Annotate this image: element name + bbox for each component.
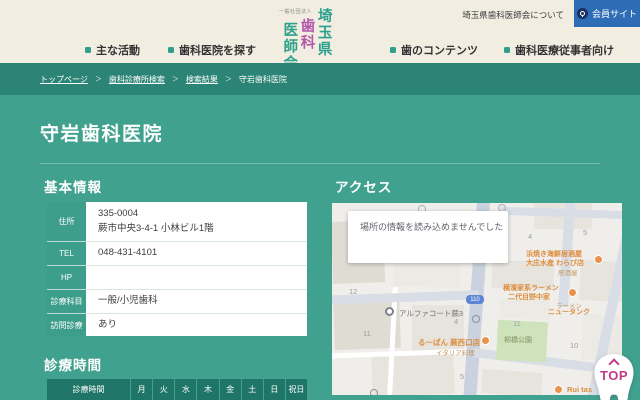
hours-col-wed: 水 [175, 379, 198, 400]
hours-col-tue: 火 [153, 379, 176, 400]
nav-item-professionals[interactable]: 歯科医療従事者向け [504, 42, 614, 58]
breadcrumb-separator: ＞ [224, 76, 232, 83]
table-row-address: 住所 335-0004 蕨市中央3-4-1 小林ビル1階 [47, 202, 307, 242]
map-transit-icon [370, 389, 378, 395]
map-restaurant-icon [568, 288, 577, 297]
map-label-hamayaki-genre: 居酒屋 [558, 270, 578, 277]
map-label-rupan-genre: イタリア料理 [436, 350, 475, 357]
map-route-badge: 110 [466, 295, 484, 304]
member-site-label: 会員サイト [591, 9, 637, 19]
hours-col-mon: 月 [131, 379, 154, 400]
map-pin-icon [385, 307, 394, 316]
nav-label: 歯科医療従事者向け [515, 45, 614, 57]
map-block-number: 4 [528, 232, 533, 241]
row-label: HP [47, 266, 86, 290]
row-label: 住所 [47, 202, 86, 242]
row-value: 一般/小児歯科 [86, 290, 307, 314]
map-block-number: 5 [583, 228, 588, 237]
map-building [481, 368, 543, 395]
row-label: 診療科目 [47, 290, 86, 314]
table-row-tel: TEL 048-431-4101 [47, 242, 307, 266]
hours-col-thu: 木 [197, 379, 220, 400]
map-block-number: 10 [570, 341, 579, 350]
postal-code: 335-0004 [98, 208, 139, 220]
row-value: あり [86, 314, 307, 336]
map-restaurant-icon [481, 336, 490, 345]
hours-col-fri: 金 [219, 379, 242, 400]
hours-heading: 診療時間 [44, 358, 102, 373]
nav-label: 歯科医院を探す [179, 45, 256, 57]
map-restaurant-icon [594, 255, 603, 264]
access-heading: アクセス [335, 180, 393, 195]
visiting-care: あり [98, 318, 118, 330]
map-error-popup: 場所の情報を読み込めませんでした [348, 211, 508, 263]
nav-item-find-clinic[interactable]: 歯科医院を探す [168, 42, 256, 58]
hours-col-holiday: 祝日 [285, 379, 307, 400]
member-site-button[interactable]: 会員サイト [574, 0, 640, 27]
breadcrumb-search[interactable]: 歯科診療所検索 [109, 74, 165, 85]
nav-label: 歯のコンテンツ [401, 45, 478, 57]
map-block-number: 12 [349, 287, 358, 296]
hours-col-sun: 日 [263, 379, 286, 400]
map-label-park: 柳橋公園 [504, 337, 532, 344]
map-label-newtank: ニュータンク [548, 309, 590, 316]
breadcrumb-current: 守岩歯科医院 [238, 74, 287, 84]
nav-label: 主な活動 [96, 45, 140, 57]
row-value: 335-0004 蕨市中央3-4-1 小林ビル1階 [86, 202, 307, 242]
back-to-top-button[interactable]: TOP [588, 352, 640, 400]
row-label: TEL [47, 242, 86, 266]
table-row-visiting-care: 訪問診療 あり [47, 314, 307, 336]
nav-bullet-icon [390, 47, 396, 53]
breadcrumb: トップページ ＞ 歯科診療所検索 ＞ 検索結果 ＞ 守岩歯科医院 [0, 63, 640, 95]
map-block-number: 11 [513, 319, 521, 328]
hours-table-header: 診療時間 月 火 水 木 金 土 日 祝日 [47, 379, 307, 400]
top-button-label: TOP [600, 368, 628, 383]
departments: 一般/小児歯科 [98, 295, 158, 307]
breadcrumb-results[interactable]: 検索結果 [186, 74, 218, 85]
map-restaurant-icon [554, 385, 563, 394]
logo-vertical-text: 埼玉県 歯科 医師会 [281, 6, 331, 72]
nav-bullet-icon [85, 47, 91, 53]
hours-col-label: 診療時間 [47, 379, 131, 400]
page-title: 守岩歯科医院 [40, 124, 164, 145]
map-label-alphacourt: アルファコート蕨3 [399, 309, 464, 318]
member-lock-icon [576, 8, 588, 19]
title-divider [40, 163, 600, 164]
breadcrumb-home[interactable]: トップページ [40, 74, 88, 85]
row-value [86, 266, 307, 290]
table-row-hp: HP [47, 266, 307, 290]
map-clock-icon [472, 315, 480, 323]
row-label: 訪問診療 [47, 314, 86, 336]
street-address: 蕨市中央3-4-1 小林ビル1階 [98, 222, 214, 234]
about-link[interactable]: 埼玉県歯科医師会について [462, 9, 564, 21]
phone-number: 048-431-4101 [98, 247, 158, 259]
map-block-number: 11 [363, 329, 371, 338]
nav-bullet-icon [168, 47, 174, 53]
page: 埼玉県歯科医師会について 会員サイト 一般社団法人 埼玉県 歯科 医師会 主な活… [0, 0, 640, 400]
google-map-embed[interactable]: 柳橋公園 110 12 11 3 4 4 5 11 10 5 アルファコート蕨3… [332, 203, 622, 395]
main-nav-left: 主な活動 歯科医院を探す [85, 42, 256, 58]
main-nav-right: 歯のコンテンツ 歯科医療従事者向け [390, 42, 614, 58]
breadcrumb-separator: ＞ [94, 76, 102, 83]
map-building [371, 353, 455, 395]
nav-item-tooth-contents[interactable]: 歯のコンテンツ [390, 42, 478, 58]
logo-line-saitama: 埼玉県 [315, 8, 332, 58]
nav-bullet-icon [504, 47, 510, 53]
nav-item-activities[interactable]: 主な活動 [85, 42, 140, 58]
basic-info-heading: 基本情報 [44, 180, 102, 195]
map-error-text: 場所の情報を読み込めませんでした [360, 222, 504, 232]
site-logo[interactable]: 一般社団法人 埼玉県 歯科 医師会 [279, 4, 341, 72]
map-label-ramen-2: 二代目野中家 [508, 294, 550, 301]
map-block-number: 5 [460, 372, 465, 381]
hours-col-sat: 土 [241, 379, 264, 400]
table-row-departments: 診療科目 一般/小児歯科 [47, 290, 307, 314]
site-header: 埼玉県歯科医師会について 会員サイト 一般社団法人 埼玉県 歯科 医師会 主な活… [0, 0, 640, 72]
breadcrumb-separator: ＞ [171, 76, 179, 83]
basic-info-table: 住所 335-0004 蕨市中央3-4-1 小林ビル1階 TEL 048-431… [47, 202, 307, 336]
row-value: 048-431-4101 [86, 242, 307, 266]
